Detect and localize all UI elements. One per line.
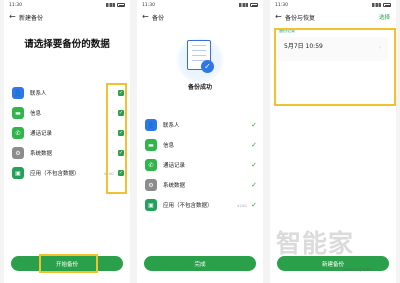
- backup-record-card[interactable]: 5月7日 10:59 ›: [278, 37, 388, 61]
- check-icon: ✓: [251, 200, 257, 209]
- backup-item-call-log[interactable]: ✆ 通话记录 › ✓: [4, 123, 130, 143]
- status-time: 11:30: [142, 2, 155, 8]
- checkbox-checked[interactable]: ✓: [118, 170, 124, 176]
- item-size: 424G: [103, 170, 114, 176]
- backup-item-messages[interactable]: ▬ 信息 › ✓: [4, 103, 130, 123]
- checkbox-checked[interactable]: ✓: [118, 90, 124, 96]
- contacts-icon: 👤: [12, 87, 24, 99]
- chevron-right-icon: ›: [379, 45, 381, 51]
- item-label: 应用（不包含数据）: [163, 203, 213, 209]
- item-label: 通话记录: [163, 163, 186, 169]
- contacts-icon: 👤: [145, 119, 157, 131]
- messages-icon: ▬: [12, 107, 24, 119]
- status-bar: 11:30: [4, 0, 130, 10]
- messages-icon: ▬: [145, 139, 157, 151]
- backup-item-system-data[interactable]: ⚙ 系统数据 › ✓: [4, 143, 130, 163]
- checkmark-badge-icon: ✓: [201, 60, 214, 73]
- status-time: 11:30: [9, 2, 22, 8]
- status-bar: 11:30: [270, 0, 396, 10]
- check-icon: ✓: [251, 120, 257, 129]
- item-label: 系统数据: [30, 151, 53, 157]
- backed-up-item-list: 👤 联系人 ✓ ▬ 信息 ✓ ✆ 通话记录 ✓ ⚙ 系统数据 ✓ ▣ 应用（不包…: [137, 115, 263, 215]
- backed-up-item-system-data: ⚙ 系统数据 ✓: [137, 175, 263, 195]
- watermark-url: www.znj.com: [343, 268, 373, 273]
- chevron-right-icon: ›: [112, 110, 114, 116]
- backup-success-screen: 11:30 ← 备份 ✓ 备份成功 👤 联系人 ✓ ▬ 信息 ✓ ✆ 通话记录 …: [137, 0, 263, 283]
- check-icon: ✓: [251, 180, 257, 189]
- back-arrow-icon[interactable]: ←: [142, 13, 152, 21]
- settings-icon: ⚙: [145, 179, 157, 191]
- item-label: 通话记录: [30, 131, 53, 137]
- start-backup-button[interactable]: 开始备份: [11, 256, 123, 271]
- battery-icon: [250, 3, 258, 7]
- backed-up-item-call-log: ✆ 通话记录 ✓: [137, 155, 263, 175]
- select-action-button[interactable]: 选择: [379, 13, 390, 21]
- checkbox-checked[interactable]: ✓: [118, 110, 124, 116]
- backup-item-contacts[interactable]: 👤 联系人 › ✓: [4, 83, 130, 103]
- signal-icon: [372, 3, 381, 7]
- apps-icon: ▣: [145, 199, 157, 211]
- check-icon: ✓: [251, 160, 257, 169]
- new-backup-screen: 11:30 ← 新建备份 请选择要备份的数据 👤 联系人 › ✓ ▬ 信息 › …: [4, 0, 130, 283]
- settings-icon: ⚙: [12, 147, 24, 159]
- signal-icon: [239, 3, 248, 7]
- backed-up-item-contacts: 👤 联系人 ✓: [137, 115, 263, 135]
- status-bar: 11:30: [137, 0, 263, 10]
- status-time: 11:30: [275, 2, 288, 8]
- title-bar: ← 新建备份: [4, 10, 130, 24]
- backup-item-apps[interactable]: ▣ 应用（不包含数据） 424G ✓: [4, 163, 130, 183]
- checkbox-checked[interactable]: ✓: [118, 150, 124, 156]
- page-title: 备份与恢复: [285, 14, 316, 22]
- title-bar: ← 备份与恢复 选择: [270, 10, 396, 24]
- page-title: 备份: [152, 14, 165, 22]
- back-arrow-icon[interactable]: ←: [275, 13, 285, 21]
- done-button[interactable]: 完成: [144, 256, 256, 271]
- item-label: 信息: [30, 111, 42, 117]
- page-title: 新建备份: [19, 14, 44, 22]
- item-label: 联系人: [30, 91, 47, 97]
- chevron-right-icon: ›: [112, 130, 114, 136]
- chevron-right-icon: ›: [112, 90, 114, 96]
- watermark-logo: 智能家: [276, 229, 355, 258]
- backup-notes: [270, 61, 396, 67]
- title-bar: ← 备份: [137, 10, 263, 24]
- phone-icon: ✆: [145, 159, 157, 171]
- battery-icon: [383, 3, 391, 7]
- select-data-heading: 请选择要备份的数据: [24, 39, 110, 50]
- check-icon: ✓: [251, 140, 257, 149]
- signal-icon: [106, 3, 115, 7]
- backed-up-item-messages: ▬ 信息 ✓: [137, 135, 263, 155]
- backup-record-date: 5月7日 10:59: [284, 43, 323, 50]
- item-label: 联系人: [163, 123, 180, 129]
- backed-up-item-apps: ▣ 应用（不包含数据） 424G ✓: [137, 195, 263, 215]
- chevron-right-icon: ›: [112, 150, 114, 156]
- item-label: 信息: [163, 143, 175, 149]
- section-label: 备份记录: [279, 28, 295, 33]
- item-label: 应用（不包含数据）: [30, 171, 80, 177]
- apps-icon: ▣: [12, 167, 24, 179]
- back-arrow-icon[interactable]: ←: [9, 13, 19, 21]
- phone-icon: ✆: [12, 127, 24, 139]
- success-illustration: ✓: [137, 34, 263, 96]
- item-label: 系统数据: [163, 183, 186, 189]
- checkbox-checked[interactable]: ✓: [118, 130, 124, 136]
- backup-item-list: 👤 联系人 › ✓ ▬ 信息 › ✓ ✆ 通话记录 › ✓ ⚙ 系统数据 › ✓…: [4, 83, 130, 183]
- battery-icon: [117, 3, 125, 7]
- item-size: 424G: [236, 202, 248, 208]
